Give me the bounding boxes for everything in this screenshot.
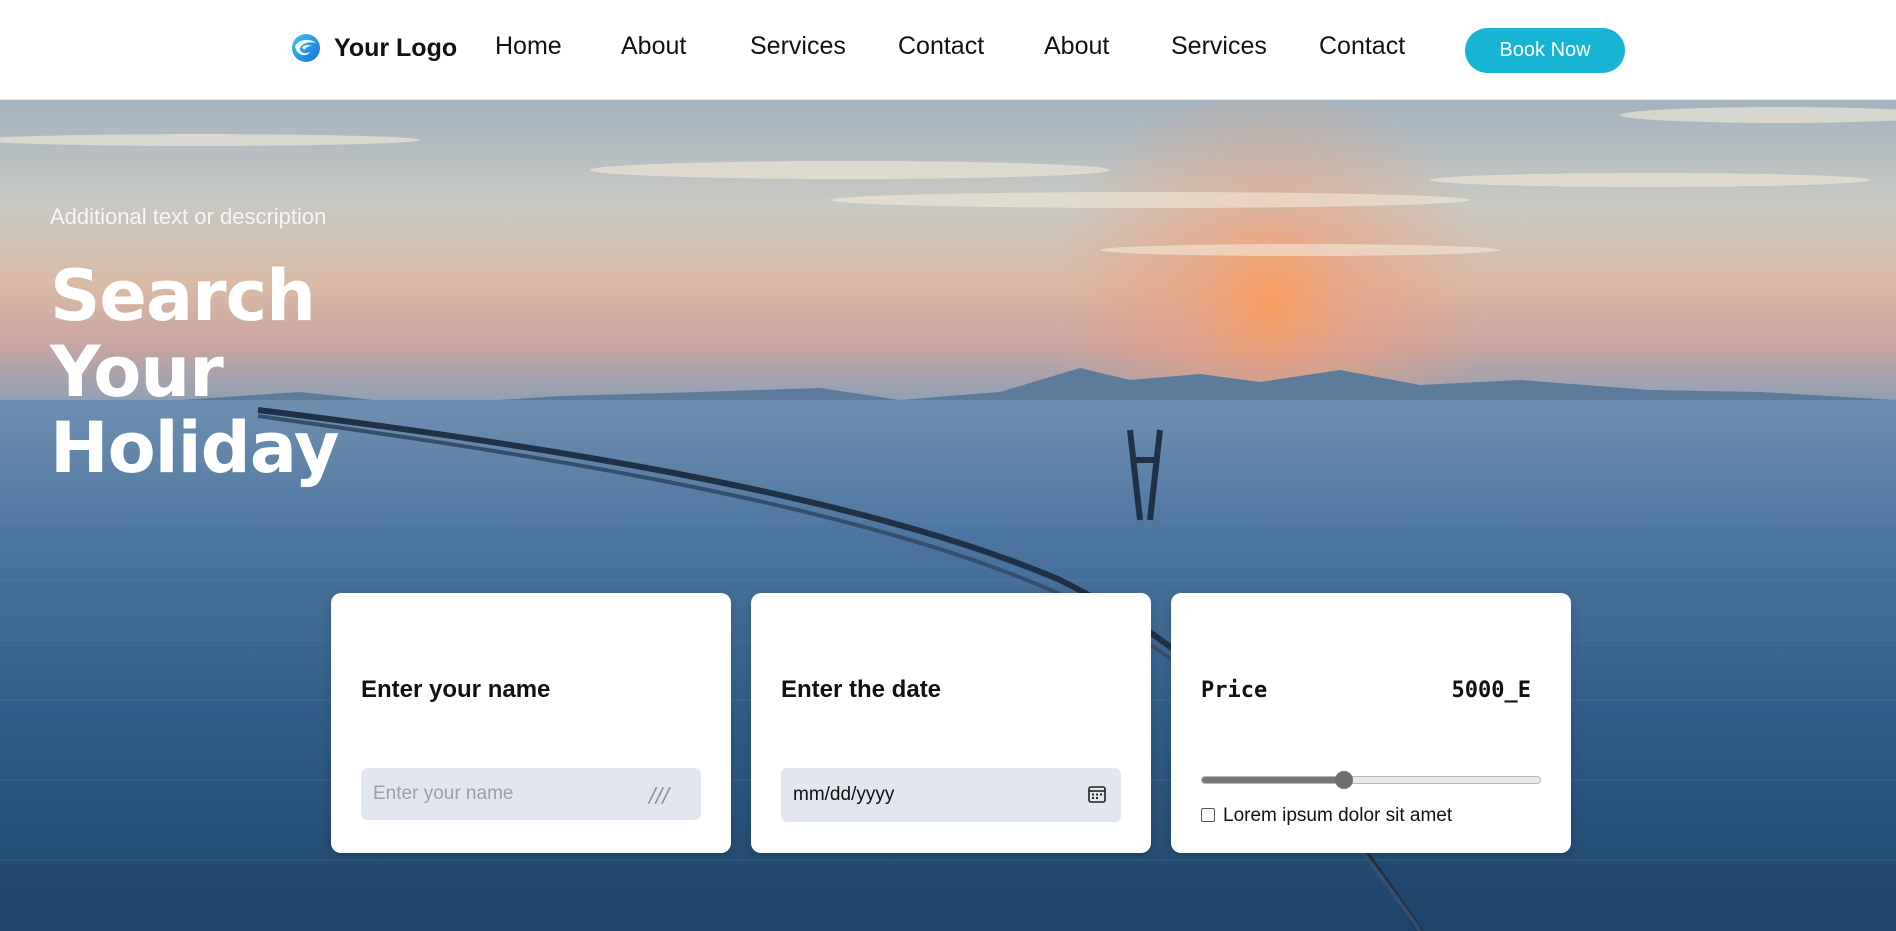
hero-subtitle: Additional text or description (50, 204, 327, 229)
checkbox-label: Lorem ipsum dolor sit amet (1223, 805, 1453, 826)
price-value: 5000_E (1451, 678, 1531, 703)
terms-checkbox[interactable] (1201, 808, 1215, 822)
book-now-button[interactable]: Book Now (1465, 28, 1625, 73)
nav-services-2[interactable]: Services (1171, 32, 1267, 61)
date-label: Enter the date (781, 676, 942, 703)
name-label: Enter your name (361, 676, 551, 703)
nav-contact[interactable]: Contact (898, 32, 984, 61)
hero-section: Additional text or description Search Yo… (0, 100, 1896, 931)
hero-title: Search Your Holiday (50, 255, 339, 489)
logo-text: Your Logo (334, 33, 458, 62)
nav-about-2[interactable]: About (1044, 32, 1109, 61)
input-suffix: /// (649, 783, 670, 807)
nav-services[interactable]: Services (750, 32, 846, 61)
site-header: Your Logo Home About Services Contact Ab… (0, 0, 1896, 100)
nav-about[interactable]: About (621, 32, 686, 61)
slider-thumb[interactable] (1334, 771, 1353, 789)
nav-home[interactable]: Home (495, 32, 562, 61)
logo[interactable]: Your Logo (290, 32, 457, 64)
calendar-icon[interactable] (1087, 784, 1107, 804)
date-card: Enter the date mm/dd/yyyy (751, 593, 1151, 853)
nav-contact-2[interactable]: Contact (1319, 32, 1405, 61)
slider-fill (1202, 777, 1344, 783)
name-card: Enter your name /// (331, 593, 731, 853)
swirl-logo-icon (292, 34, 320, 62)
price-slider[interactable] (1201, 771, 1541, 789)
date-input[interactable]: mm/dd/yyyy (781, 768, 1121, 822)
price-label: Price (1201, 678, 1268, 703)
date-value: mm/dd/yyyy (793, 784, 895, 805)
price-card: Price 5000_E Lorem ipsum dolor sit amet (1171, 593, 1571, 853)
